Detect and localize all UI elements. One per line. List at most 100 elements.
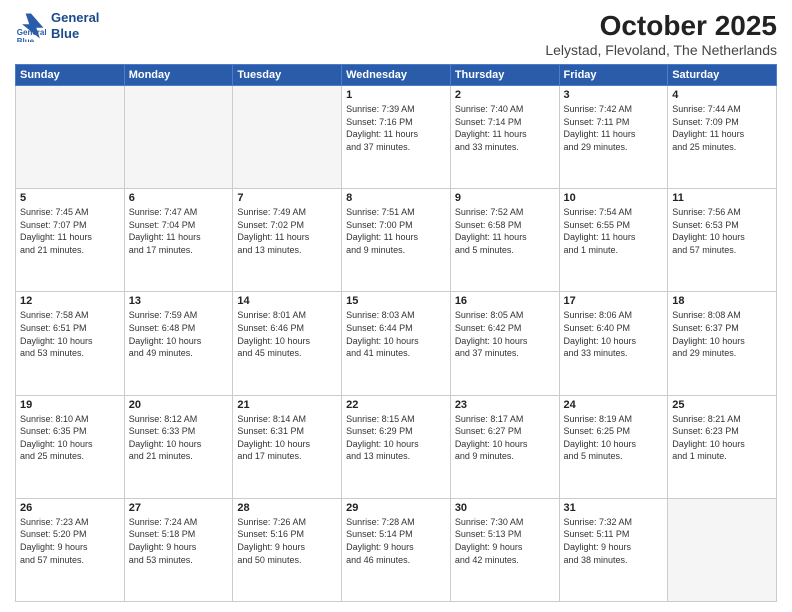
calendar-cell: 25Sunrise: 8:21 AM Sunset: 6:23 PM Dayli… [668, 395, 777, 498]
day-info: Sunrise: 7:58 AM Sunset: 6:51 PM Dayligh… [20, 309, 120, 359]
day-number: 28 [237, 502, 337, 514]
day-info: Sunrise: 7:24 AM Sunset: 5:18 PM Dayligh… [129, 516, 229, 566]
day-info: Sunrise: 7:30 AM Sunset: 5:13 PM Dayligh… [455, 516, 555, 566]
weekday-header-wednesday: Wednesday [342, 65, 451, 86]
calendar-cell [668, 498, 777, 601]
day-info: Sunrise: 8:10 AM Sunset: 6:35 PM Dayligh… [20, 413, 120, 463]
calendar-cell: 17 Sunrise: 8:06 AM Sunset: 6:40 PM Dayli… [559, 292, 668, 395]
day-info: Sunrise: 7:49 AM Sunset: 7:02 PM Dayligh… [237, 206, 337, 256]
calendar-week-1: 1Sunrise: 7:39 AM Sunset: 7:16 PM Daylig… [16, 86, 777, 189]
day-number: 10 [564, 192, 664, 204]
calendar-cell: 21 Sunrise: 8:14 AM Sunset: 6:31 PM Dayli… [233, 395, 342, 498]
day-info: Sunrise: 8:08 AM Sunset: 6:37 PM Dayligh… [672, 309, 772, 359]
calendar-table: SundayMondayTuesdayWednesdayThursdayFrid… [15, 64, 777, 602]
day-info: Sunrise: 7:40 AM Sunset: 7:14 PM Dayligh… [455, 103, 555, 153]
day-info: Sunrise: 7:59 AM Sunset: 6:48 PM Dayligh… [129, 309, 229, 359]
day-info: Sunrise: 7:47 AM Sunset: 7:04 PM Dayligh… [129, 206, 229, 256]
day-info: Sunrise: 7:26 AM Sunset: 5:16 PM Dayligh… [237, 516, 337, 566]
calendar-week-2: 5 Sunrise: 7:45 AM Sunset: 7:07 PM Daylig… [16, 189, 777, 292]
day-number: 13 [129, 295, 229, 307]
weekday-header-monday: Monday [124, 65, 233, 86]
calendar-cell [16, 86, 125, 189]
day-info: Sunrise: 7:32 AM Sunset: 5:11 PM Dayligh… [564, 516, 664, 566]
day-number: 9 [455, 192, 555, 204]
day-number: 22 [346, 399, 446, 411]
day-info: Sunrise: 7:51 AM Sunset: 7:00 PM Dayligh… [346, 206, 446, 256]
day-number: 7 [237, 192, 337, 204]
day-number: 19 [20, 399, 120, 411]
calendar-cell: 15 Sunrise: 8:03 AM Sunset: 6:44 PM Dayli… [342, 292, 451, 395]
calendar-cell: 31Sunrise: 7:32 AM Sunset: 5:11 PM Dayli… [559, 498, 668, 601]
calendar-cell: 14 Sunrise: 8:01 AM Sunset: 6:46 PM Dayli… [233, 292, 342, 395]
day-info: Sunrise: 8:03 AM Sunset: 6:44 PM Dayligh… [346, 309, 446, 359]
day-info: Sunrise: 8:15 AM Sunset: 6:29 PM Dayligh… [346, 413, 446, 463]
calendar-cell: 6Sunrise: 7:47 AM Sunset: 7:04 PM Daylig… [124, 189, 233, 292]
day-info: Sunrise: 7:56 AM Sunset: 6:53 PM Dayligh… [672, 206, 772, 256]
day-number: 17 [564, 295, 664, 307]
calendar-cell [124, 86, 233, 189]
calendar-cell: 19 Sunrise: 8:10 AM Sunset: 6:35 PM Dayli… [16, 395, 125, 498]
calendar-cell: 30Sunrise: 7:30 AM Sunset: 5:13 PM Dayli… [450, 498, 559, 601]
day-number: 3 [564, 89, 664, 101]
day-number: 16 [455, 295, 555, 307]
logo: General Blue General Blue [15, 10, 99, 42]
calendar-cell: 24Sunrise: 8:19 AM Sunset: 6:25 PM Dayli… [559, 395, 668, 498]
day-number: 29 [346, 502, 446, 514]
day-info: Sunrise: 7:28 AM Sunset: 5:14 PM Dayligh… [346, 516, 446, 566]
day-info: Sunrise: 7:52 AM Sunset: 6:58 PM Dayligh… [455, 206, 555, 256]
page: General Blue General Blue October 2025 L… [0, 0, 792, 612]
day-info: Sunrise: 7:45 AM Sunset: 7:07 PM Dayligh… [20, 206, 120, 256]
calendar-cell [233, 86, 342, 189]
weekday-header-sunday: Sunday [16, 65, 125, 86]
day-number: 23 [455, 399, 555, 411]
calendar-cell: 29 Sunrise: 7:28 AM Sunset: 5:14 PM Dayli… [342, 498, 451, 601]
calendar-cell: 28 Sunrise: 7:26 AM Sunset: 5:16 PM Dayli… [233, 498, 342, 601]
day-number: 11 [672, 192, 772, 204]
day-number: 12 [20, 295, 120, 307]
calendar-cell: 7 Sunrise: 7:49 AM Sunset: 7:02 PM Daylig… [233, 189, 342, 292]
day-info: Sunrise: 8:12 AM Sunset: 6:33 PM Dayligh… [129, 413, 229, 463]
day-info: Sunrise: 7:44 AM Sunset: 7:09 PM Dayligh… [672, 103, 772, 153]
logo-icon: General Blue [15, 10, 47, 42]
day-info: Sunrise: 8:06 AM Sunset: 6:40 PM Dayligh… [564, 309, 664, 359]
calendar-cell: 11 Sunrise: 7:56 AM Sunset: 6:53 PM Dayli… [668, 189, 777, 292]
calendar-cell: 16 Sunrise: 8:05 AM Sunset: 6:42 PM Dayli… [450, 292, 559, 395]
day-number: 20 [129, 399, 229, 411]
calendar-week-3: 12 Sunrise: 7:58 AM Sunset: 6:51 PM Dayli… [16, 292, 777, 395]
weekday-header-tuesday: Tuesday [233, 65, 342, 86]
calendar-cell: 23 Sunrise: 8:17 AM Sunset: 6:27 PM Dayli… [450, 395, 559, 498]
calendar-cell: 4 Sunrise: 7:44 AM Sunset: 7:09 PM Daylig… [668, 86, 777, 189]
calendar-cell: 9 Sunrise: 7:52 AM Sunset: 6:58 PM Daylig… [450, 189, 559, 292]
day-number: 21 [237, 399, 337, 411]
header: General Blue General Blue October 2025 L… [15, 10, 777, 58]
day-number: 4 [672, 89, 772, 101]
day-number: 15 [346, 295, 446, 307]
day-info: Sunrise: 7:54 AM Sunset: 6:55 PM Dayligh… [564, 206, 664, 256]
calendar-header-row: SundayMondayTuesdayWednesdayThursdayFrid… [16, 65, 777, 86]
day-number: 2 [455, 89, 555, 101]
day-number: 1 [346, 89, 446, 101]
day-info: Sunrise: 8:17 AM Sunset: 6:27 PM Dayligh… [455, 413, 555, 463]
calendar-cell: 26Sunrise: 7:23 AM Sunset: 5:20 PM Dayli… [16, 498, 125, 601]
weekday-header-thursday: Thursday [450, 65, 559, 86]
svg-text:General: General [17, 28, 47, 37]
day-number: 14 [237, 295, 337, 307]
calendar-cell: 22 Sunrise: 8:15 AM Sunset: 6:29 PM Dayli… [342, 395, 451, 498]
day-info: Sunrise: 7:23 AM Sunset: 5:20 PM Dayligh… [20, 516, 120, 566]
day-number: 5 [20, 192, 120, 204]
day-info: Sunrise: 8:05 AM Sunset: 6:42 PM Dayligh… [455, 309, 555, 359]
day-number: 8 [346, 192, 446, 204]
day-number: 18 [672, 295, 772, 307]
logo-text-general: General [51, 10, 99, 26]
weekday-header-friday: Friday [559, 65, 668, 86]
day-info: Sunrise: 8:19 AM Sunset: 6:25 PM Dayligh… [564, 413, 664, 463]
calendar-cell: 1Sunrise: 7:39 AM Sunset: 7:16 PM Daylig… [342, 86, 451, 189]
day-info: Sunrise: 8:01 AM Sunset: 6:46 PM Dayligh… [237, 309, 337, 359]
title-block: October 2025 Lelystad, Flevoland, The Ne… [545, 10, 777, 58]
calendar-week-4: 19 Sunrise: 8:10 AM Sunset: 6:35 PM Dayli… [16, 395, 777, 498]
calendar-cell: 8 Sunrise: 7:51 AM Sunset: 7:00 PM Daylig… [342, 189, 451, 292]
day-info: Sunrise: 8:14 AM Sunset: 6:31 PM Dayligh… [237, 413, 337, 463]
calendar-cell: 2 Sunrise: 7:40 AM Sunset: 7:14 PM Daylig… [450, 86, 559, 189]
calendar-cell: 10 Sunrise: 7:54 AM Sunset: 6:55 PM Dayli… [559, 189, 668, 292]
page-subtitle: Lelystad, Flevoland, The Netherlands [545, 42, 777, 58]
